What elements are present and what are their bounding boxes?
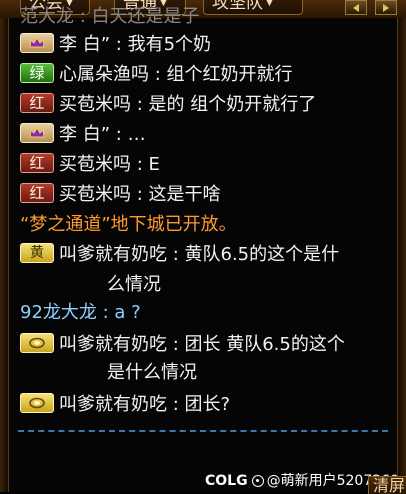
clear-screen-button[interactable]: 清屏 — [368, 476, 406, 494]
ring-badge-icon — [20, 393, 54, 413]
red-channel-badge: 红 — [20, 183, 54, 203]
message-text: 叫爹就有奶吃 : 黄队6.5的这个是什 — [59, 244, 340, 265]
green-channel-badge: 绿 — [20, 63, 54, 83]
message-text: : 组个红奶开就行 — [149, 64, 293, 85]
message-text: : 是的 组个奶开就行了 — [131, 94, 317, 115]
sender-name[interactable]: 买苞米吗 — [59, 184, 131, 205]
chat-line[interactable]: 李 白” : … — [20, 122, 146, 148]
message-text-continued: 么情况 — [107, 274, 161, 295]
watermark-logo: COLG — [205, 473, 248, 489]
chat-line[interactable]: 红买苞米吗 : 是的 组个奶开就行了 — [20, 92, 316, 118]
input-divider — [18, 430, 388, 432]
message-text-continued: 是什么情况 — [107, 362, 197, 383]
scroll-left-button[interactable] — [345, 0, 367, 15]
message-text: ” : … — [100, 124, 146, 145]
weibo-icon — [251, 475, 264, 487]
crown-icon — [20, 123, 54, 143]
message-text: : E — [131, 154, 160, 175]
chat-line-blue[interactable]: 92龙大龙 : a ? — [20, 300, 141, 326]
chat-line[interactable]: 红买苞米吗 : 这是干啥 — [20, 182, 221, 208]
panel-frame-left — [0, 18, 9, 492]
chat-line[interactable]: 李 白” : 我有5个奶 — [20, 32, 211, 58]
sender-name[interactable]: 李 白 — [59, 124, 101, 145]
system-message: “梦之通道”地下城已开放。 — [20, 214, 237, 235]
message-text: 叫爹就有奶吃 : 团长 黄队6.5的这个 — [59, 334, 345, 355]
scroll-right-button[interactable] — [375, 0, 397, 15]
yellow-team-badge: 黄 — [20, 243, 54, 263]
chat-line[interactable]: 叫爹就有奶吃 : 团长? — [20, 392, 230, 418]
tab-raid-team[interactable]: 攻坚队 ▼ — [203, 0, 303, 15]
chat-line-cutoff: 范大龙 : 白天还是是子 — [20, 6, 200, 27]
message-text: : 这是干啥 — [131, 184, 221, 205]
chat-line[interactable]: 黄叫爹就有奶吃 : 黄队6.5的这个是什 — [20, 242, 339, 268]
crown-icon — [20, 33, 54, 53]
sender-name[interactable]: 买苞米吗 — [59, 154, 131, 175]
red-channel-badge: 红 — [20, 93, 54, 113]
tab-raid-team-label: 攻坚队 — [212, 0, 263, 13]
chat-panel: 范大龙 : 白天还是是子 李 白” : 我有5个奶 绿心属朵渔吗 : 组个红奶开… — [0, 6, 406, 494]
chat-line[interactable]: 红买苞米吗 : E — [20, 152, 160, 178]
panel-frame-right — [397, 18, 406, 492]
chat-line[interactable]: 叫爹就有奶吃 : 团长 黄队6.5的这个 — [20, 332, 345, 358]
sender-name[interactable]: 李 白 — [59, 34, 101, 55]
message-text: 叫爹就有奶吃 : 团长? — [59, 394, 231, 415]
message-text: ” : 我有5个奶 — [100, 34, 212, 55]
ring-badge-icon — [20, 333, 54, 353]
sender-name[interactable]: 心属朵渔吗 — [59, 64, 149, 85]
red-channel-badge: 红 — [20, 153, 54, 173]
chevron-down-icon: ▼ — [266, 0, 273, 8]
sender-name[interactable]: 买苞米吗 — [59, 94, 131, 115]
chat-line[interactable]: 绿心属朵渔吗 : 组个红奶开就行 — [20, 62, 293, 88]
